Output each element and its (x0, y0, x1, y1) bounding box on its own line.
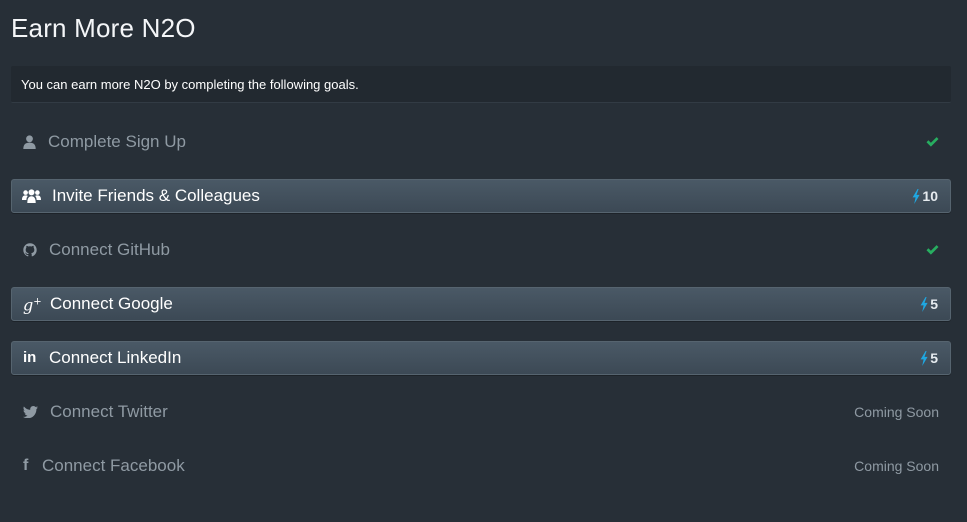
goal-complete-sign-up: Complete Sign Up (11, 125, 951, 159)
goal-connect-linkedin[interactable]: in Connect LinkedIn 5 (11, 341, 951, 375)
coming-soon-label: Coming Soon (854, 458, 939, 474)
bolt-icon (912, 188, 921, 204)
reward-points: 5 (930, 350, 938, 366)
goal-connect-github: Connect GitHub (11, 233, 951, 267)
linkedin-icon: in (23, 349, 37, 366)
goal-label: Complete Sign Up (48, 132, 186, 151)
intro-text: You can earn more N2O by completing the … (21, 77, 359, 92)
goal-label: Connect LinkedIn (49, 348, 182, 367)
goal-connect-twitter: Connect Twitter Coming Soon (11, 395, 951, 429)
goal-label: Invite Friends & Colleagues (52, 186, 260, 205)
goal-label: Connect GitHub (49, 240, 170, 259)
bolt-icon (920, 350, 928, 366)
goal-reward: 10 (912, 188, 938, 204)
coming-soon-label: Coming Soon (854, 404, 939, 420)
check-icon (926, 245, 939, 255)
goal-label: Connect Google (50, 294, 173, 313)
reward-points: 5 (930, 296, 938, 312)
goal-invite-friends[interactable]: Invite Friends & Colleagues 10 (11, 179, 951, 213)
facebook-icon: f (23, 457, 29, 474)
goal-reward: 5 (920, 296, 938, 312)
earn-n2o-page: Earn More N2O You can earn more N2O by c… (0, 0, 967, 522)
goal-status: Coming Soon (854, 404, 939, 420)
check-icon (926, 137, 939, 147)
goal-label: Connect Facebook (42, 456, 185, 475)
bolt-icon (920, 296, 928, 312)
goal-status (926, 245, 939, 255)
goal-status: Coming Soon (854, 458, 939, 474)
goal-status (926, 137, 939, 147)
github-icon (23, 243, 37, 257)
goal-reward: 5 (920, 350, 938, 366)
user-icon (23, 135, 36, 149)
group-icon (22, 189, 41, 203)
reward-points: 10 (922, 188, 938, 204)
goal-connect-facebook: f Connect Facebook Coming Soon (11, 449, 951, 483)
goal-connect-google[interactable]: g+ Connect Google 5 (11, 287, 951, 321)
twitter-icon (23, 406, 38, 418)
google-plus-icon: g+ (23, 295, 42, 315)
goal-label: Connect Twitter (50, 402, 168, 421)
intro-banner: You can earn more N2O by completing the … (11, 66, 951, 103)
page-title: Earn More N2O (11, 13, 196, 43)
